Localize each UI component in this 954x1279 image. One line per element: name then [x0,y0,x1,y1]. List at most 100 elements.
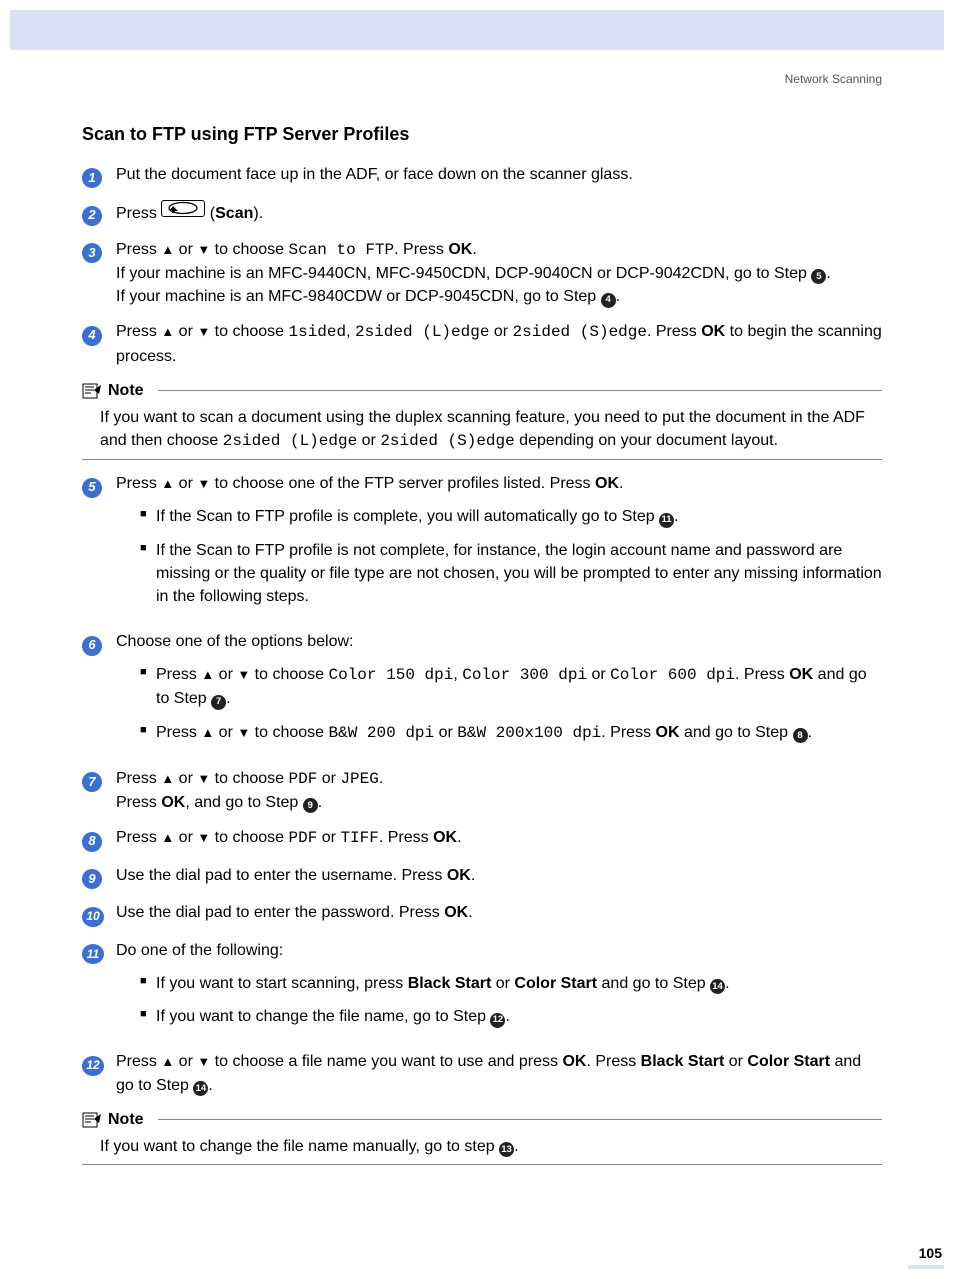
list-item: If you want to change the file name, go … [140,1005,882,1028]
note-block: Note If you want to change the file name… [82,1111,882,1165]
step-5: 5 Press ▲ or ▼ to choose one of the FTP … [82,472,882,618]
text: Press [116,794,161,811]
scan-key-icon [161,200,205,217]
text: or [174,829,197,846]
step-10: 10 Use the dial pad to enter the passwor… [82,901,882,927]
page-body: 4 Scan to FTP using FTP Server Profiles … [0,124,954,1165]
step-num-icon: 9 [82,869,102,889]
down-icon: ▼ [197,1054,210,1069]
step-num-icon: 7 [82,772,102,792]
mono-text: Color 150 dpi [329,666,454,684]
rule [158,1119,882,1120]
text: Do one of the following: [116,942,283,959]
mono-text: B&W 200x100 dpi [457,724,601,742]
step-ref-icon: 5 [811,269,826,284]
text: Use the dial pad to enter the username. … [116,867,447,884]
text: to choose [210,241,288,258]
text: or [491,975,514,992]
text: . [208,1077,212,1094]
text: Press [156,666,201,683]
list-item: Press ▲ or ▼ to choose Color 150 dpi, Co… [140,663,882,710]
mono-text: 2sided (S)edge [513,323,647,341]
text: or [587,666,610,683]
mono-text: Scan to FTP [289,241,395,259]
down-icon: ▼ [197,830,210,845]
text: or [317,829,340,846]
down-icon: ▼ [237,725,250,740]
step-num-icon: 12 [82,1056,104,1076]
step-9: 9 Use the dial pad to enter the username… [82,864,882,889]
text: or [724,1053,747,1070]
ok-label: OK [433,829,457,846]
text: depending on your document layout. [515,432,778,449]
color-start-label: Color Start [514,975,597,992]
up-icon: ▲ [201,667,214,682]
text: Press [116,770,161,787]
text: If you want to change the file name manu… [100,1138,499,1155]
mono-text: 2sided (L)edge [223,432,357,450]
text: . [725,975,729,992]
up-icon: ▲ [201,725,214,740]
text: Press [116,829,161,846]
text: . [457,829,461,846]
note-label: Note [108,382,144,400]
step-text: Put the document face up in the ADF, or … [116,163,882,188]
note-block: Note If you want to scan a document usin… [82,382,882,460]
step-8: 8 Press ▲ or ▼ to choose PDF or TIFF. Pr… [82,826,882,851]
text: . [468,904,472,921]
text: or [174,770,197,787]
ok-label: OK [562,1053,586,1070]
step-num-icon: 6 [82,636,102,656]
down-icon: ▼ [237,667,250,682]
text: , [346,323,355,340]
text: If your machine is an MFC-9440CN, MFC-94… [116,265,811,282]
step-12: 12 Press ▲ or ▼ to choose a file name yo… [82,1050,882,1096]
note-icon [82,383,102,399]
text: Press [116,241,161,258]
list-item: If you want to start scanning, press Bla… [140,972,882,995]
text: . [472,241,476,258]
rule [158,390,882,391]
step-num-icon: 3 [82,243,102,263]
up-icon: ▲ [161,771,174,786]
step-num-icon: 8 [82,832,102,852]
down-icon: ▼ [197,324,210,339]
rule [82,1164,882,1165]
text: . Press [601,724,655,741]
text: or [434,724,457,741]
text: Choose one of the options below: [116,633,354,650]
text: Press [156,724,201,741]
text: If the Scan to FTP profile is complete, … [156,508,659,525]
step-7: 7 Press ▲ or ▼ to choose PDF or JPEG. Pr… [82,767,882,814]
mono-text: Color 300 dpi [462,666,587,684]
text: . [226,690,230,707]
down-icon: ▼ [197,242,210,257]
scan-label: Scan [215,205,253,222]
ok-label: OK [448,241,472,258]
note-label: Note [108,1111,144,1129]
text: or [214,666,237,683]
rule [82,459,882,460]
text: If you want to change the file name, go … [156,1008,490,1025]
text: . Press [394,241,448,258]
mono-text: Color 600 dpi [610,666,735,684]
step-num-icon: 4 [82,326,102,346]
text: or [357,432,380,449]
mono-text: 2sided (S)edge [380,432,514,450]
step-ref-icon: 14 [710,979,725,994]
text: . Press [379,829,433,846]
text: or [489,323,512,340]
step-4: 4 Press ▲ or ▼ to choose 1sided, 2sided … [82,320,882,367]
ok-label: OK [789,666,813,683]
up-icon: ▲ [161,830,174,845]
text: to choose [250,666,328,683]
text: If your machine is an MFC-9840CDW or DCP… [116,288,601,305]
text: . Press [647,323,701,340]
step-ref-icon: 4 [601,293,616,308]
text: to choose a file name you want to use an… [210,1053,562,1070]
page-number: 105 [0,1245,942,1261]
text: . [616,288,620,305]
step-num-icon: 5 [82,478,102,498]
text: . [514,1138,518,1155]
step-ref-icon: 8 [793,728,808,743]
